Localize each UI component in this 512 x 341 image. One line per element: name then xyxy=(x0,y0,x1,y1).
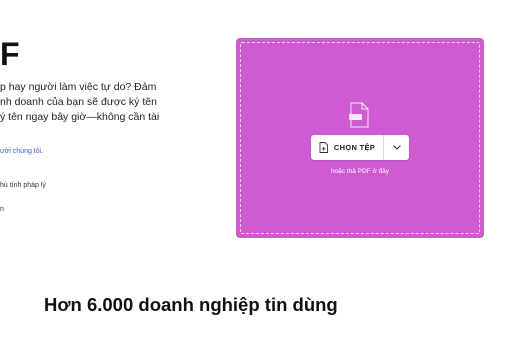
drop-hint: hoặc thả PDF ở đây xyxy=(330,168,390,175)
choose-file-main[interactable]: CHỌN TỆP xyxy=(311,135,384,160)
legal-feature-text: hủ tính pháp lý xyxy=(0,182,46,189)
page-title: F xyxy=(0,36,20,72)
chevron-down-icon xyxy=(392,145,401,150)
feature-text: n xyxy=(0,206,4,213)
intro-paragraph: p hay người làm việc tự do? Đảm nh doanh… xyxy=(0,80,180,125)
trust-heading: Hơn 6.000 doanh nghiệp tin dùng xyxy=(44,294,338,315)
pdf-file-icon xyxy=(349,102,369,128)
add-file-icon xyxy=(319,142,328,153)
intro-line: nh doanh của bạn sẽ được ký tên xyxy=(0,96,157,108)
choose-file-label: CHỌN TỆP xyxy=(333,143,376,152)
intro-line: ý tên ngay bây giờ—không cần tài xyxy=(0,111,160,123)
intro-line: p hay người làm việc tự do? Đảm xyxy=(0,81,157,93)
choose-file-button[interactable]: CHỌN TỆP xyxy=(311,135,409,160)
info-link[interactable]: ười chúng tôi. xyxy=(0,148,43,155)
choose-file-dropdown[interactable] xyxy=(384,135,409,160)
file-dropzone[interactable]: CHỌN TỆP hoặc thả PDF ở đây xyxy=(236,38,484,238)
